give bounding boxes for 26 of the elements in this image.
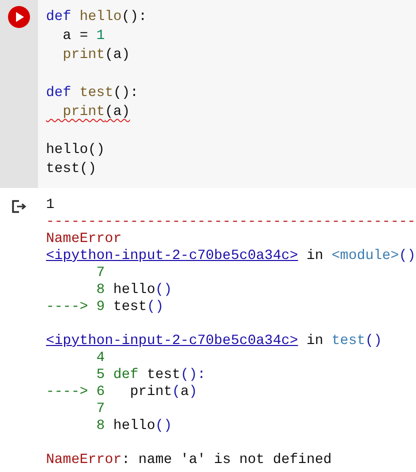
output-line: 5 def test(): [95,367,206,383]
output-line: <ipython-input-2-c70be5c0a34c> in test() [46,333,382,349]
divider-line: -------------------------------------------- [46,214,416,230]
code-line: hello() [46,142,105,158]
output-line: 7 [95,401,105,417]
code-line: a = 1 [62,28,105,44]
play-icon [14,12,24,22]
code-line: test() [46,161,96,177]
code-line: print(a) [62,47,130,63]
output-line: 7 [95,265,105,281]
file-link[interactable]: <ipython-input-2-c70be5c0a34c> [46,333,298,349]
output-line: 1 [46,197,54,213]
code-line: print(a) [62,104,130,120]
output-line: 8 hello() [95,418,172,434]
run-button[interactable] [8,6,30,28]
output-line: ----> 6 print(a) [46,384,198,400]
output-line: NameError [46,231,122,247]
output-line: <ipython-input-2-c70be5c0a34c> in <module>() [46,248,416,264]
file-link[interactable]: <ipython-input-2-c70be5c0a34c> [46,248,298,264]
code-line: def hello(): [46,9,147,25]
code-line: def test(): [46,85,138,101]
output-line: 8 hello() [95,282,172,298]
output-line: NameError: name 'a' is not defined [46,452,332,468]
output-icon [12,200,26,213]
output-line: ----> 9 test() [46,299,164,315]
output-line: 4 [95,350,105,366]
